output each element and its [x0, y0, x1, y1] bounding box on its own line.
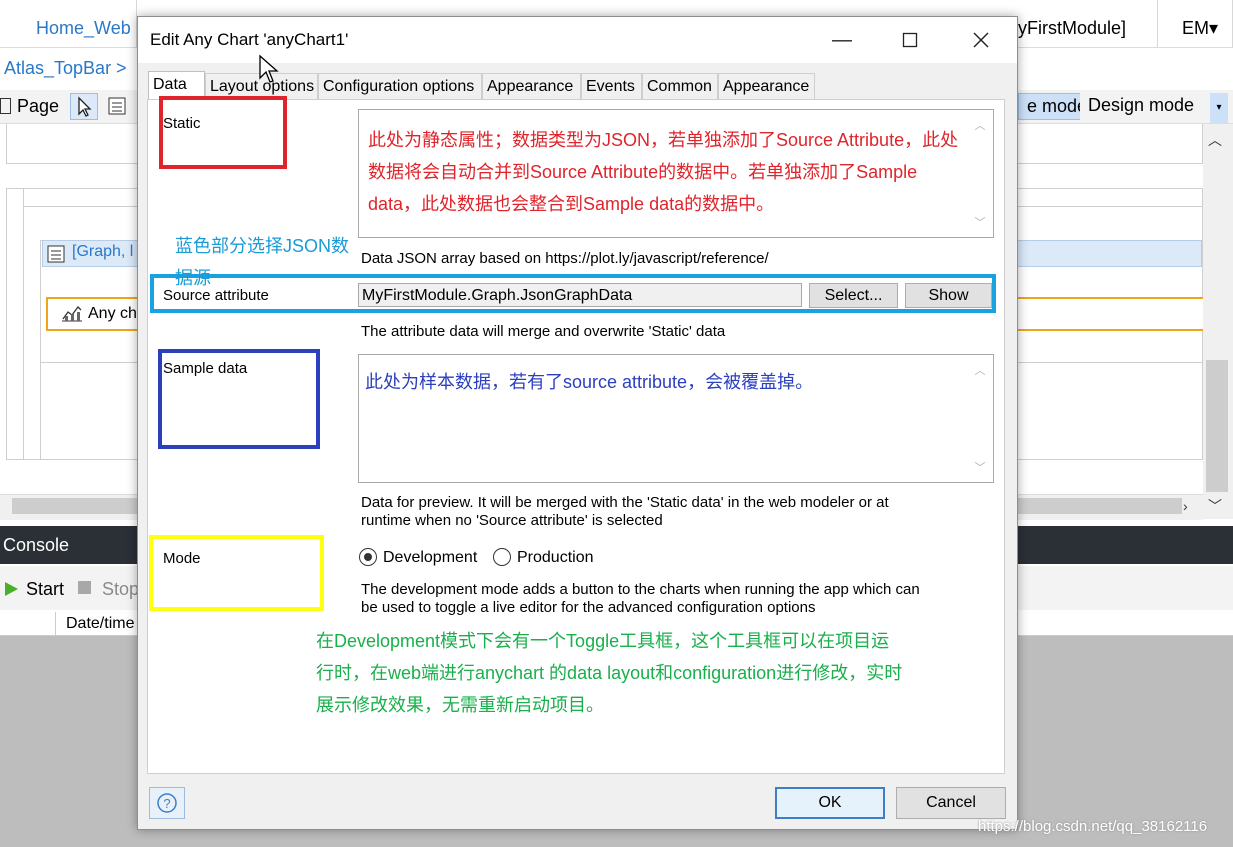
vertical-scroll-thumb[interactable]	[1206, 360, 1228, 492]
start-button[interactable]: Start	[26, 579, 64, 600]
cancel-button[interactable]: Cancel	[896, 787, 1006, 819]
page-icon	[0, 98, 11, 114]
scroll-down-icon[interactable]: ﹀	[971, 214, 989, 230]
scroll-up-icon[interactable]: ︿	[971, 117, 989, 133]
page-button[interactable]: Page	[0, 96, 59, 117]
console-col-divider	[55, 612, 56, 636]
tab-common[interactable]: Common	[642, 73, 718, 100]
source-attribute-annotation: 蓝色部分选择JSON数据源	[175, 236, 350, 288]
breadcrumb[interactable]: Atlas_TopBar >	[4, 58, 127, 79]
svg-text:?: ?	[163, 796, 170, 811]
anychart-label: Any ch	[88, 305, 137, 322]
chart-icon	[60, 303, 84, 325]
static-annotation: 此处为静态属性；数据类型为JSON，若单独添加了Source Attribute…	[368, 130, 959, 214]
close-icon[interactable]	[959, 22, 1003, 58]
scroll-up-icon[interactable]: ︿	[1208, 130, 1222, 150]
canvas-gutter	[6, 188, 24, 460]
ide-tab-home-web[interactable]: Home_Web	[0, 0, 137, 48]
scroll-down-icon[interactable]: ﹀	[971, 459, 989, 475]
start-icon[interactable]	[2, 580, 20, 602]
sample-data-highlight-box	[158, 349, 320, 449]
toolbar-overflow-icon[interactable]: ▾	[1210, 93, 1228, 123]
static-highlight-box	[159, 96, 287, 169]
tab-appearance-2[interactable]: Appearance	[718, 73, 815, 100]
design-mode-button[interactable]: Design mode	[1080, 93, 1203, 120]
tab-appearance[interactable]: Appearance	[482, 73, 581, 100]
dataview-icon	[46, 244, 66, 264]
form-icon[interactable]	[104, 94, 132, 120]
development-radio[interactable]	[359, 548, 377, 566]
mode-annotation: 在Development模式下会有一个Toggle工具框，这个工具框可以在项目运…	[316, 631, 903, 715]
scroll-right-icon[interactable]: ›	[1183, 498, 1188, 514]
tab-configuration-options[interactable]: Configuration options	[318, 73, 482, 100]
ide-tab-em[interactable]: EM▾	[1158, 0, 1233, 48]
mode-help-1: The development mode adds a button to th…	[361, 581, 920, 598]
watermark: https://blog.csdn.net/qq_38162116	[978, 818, 1208, 835]
stop-icon[interactable]	[78, 581, 91, 594]
select-pointer-icon[interactable]	[70, 93, 98, 120]
sample-data-help-1: Data for preview. It will be merged with…	[361, 494, 889, 511]
production-radio[interactable]	[493, 548, 511, 566]
production-label[interactable]: Production	[517, 549, 594, 567]
ok-button[interactable]: OK	[775, 787, 885, 819]
sample-data-help-2: runtime when no 'Source attribute' is se…	[361, 512, 663, 529]
mouse-cursor-icon	[258, 54, 280, 90]
static-help: Data JSON array based on https://plot.ly…	[361, 250, 769, 267]
sample-data-annotation: 此处为样本数据，若有了source attribute，会被覆盖掉。	[365, 372, 814, 392]
page-label: Page	[17, 96, 60, 116]
question-icon: ?	[157, 793, 177, 813]
stop-button[interactable]: Stop	[102, 579, 139, 600]
minimize-icon[interactable]: —	[820, 22, 864, 58]
mode-highlight-box	[149, 535, 324, 611]
help-button[interactable]: ?	[149, 787, 185, 819]
graph-row-label: [Graph, l	[72, 243, 134, 260]
source-attribute-help: The attribute data will merge and overwr…	[361, 323, 726, 340]
dialog-title: Edit Any Chart 'anyChart1'	[150, 30, 349, 49]
scroll-down-icon[interactable]: ﹀	[1208, 496, 1222, 516]
tab-events[interactable]: Events	[581, 73, 642, 100]
maximize-icon[interactable]	[888, 22, 932, 58]
ide-tab-module[interactable]: yFirstModule]	[1018, 0, 1158, 48]
mode-help-2: be used to toggle a live editor for the …	[361, 599, 816, 616]
console-datetime-column[interactable]: Date/time	[66, 615, 134, 633]
scroll-up-icon[interactable]: ︿	[971, 362, 989, 378]
development-label[interactable]: Development	[383, 549, 477, 567]
